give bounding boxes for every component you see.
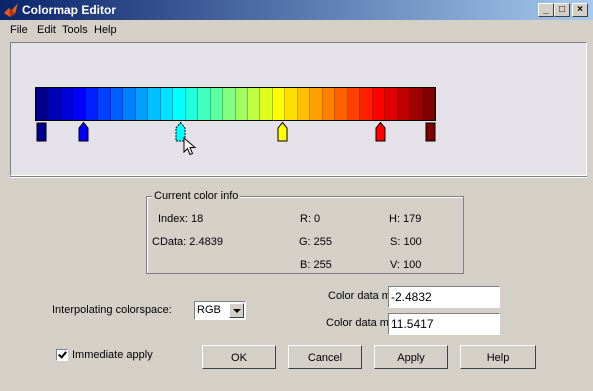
immediate-apply-checkbox[interactable]	[56, 349, 68, 361]
colormap-end-marker[interactable]	[36, 122, 47, 142]
color-data-min-input[interactable]	[388, 286, 500, 308]
red-value: R: 0	[300, 213, 321, 225]
matlab-logo-icon	[4, 3, 18, 17]
cancel-button[interactable]: Cancel	[288, 345, 362, 369]
colormap-marker[interactable]	[78, 122, 89, 142]
cdata-value: CData: 2.4839	[152, 236, 223, 248]
colormap-cell[interactable]	[272, 88, 286, 120]
minimize-icon: _	[543, 4, 549, 15]
colormap-cell[interactable]	[247, 88, 261, 120]
green-value: G: 255	[299, 236, 333, 248]
colormap-cell[interactable]	[198, 88, 211, 120]
colormap-cell[interactable]	[98, 88, 111, 120]
menu-tools[interactable]: Tools	[62, 24, 88, 36]
immediate-apply-label: Immediate apply	[72, 349, 153, 361]
mouse-cursor-icon	[183, 137, 197, 156]
window-title: Colormap Editor	[22, 3, 117, 17]
colormap-cell[interactable]	[123, 88, 136, 120]
help-button[interactable]: Help	[460, 345, 536, 369]
menu-edit[interactable]: Edit	[37, 24, 56, 36]
colormap-cell[interactable]	[260, 88, 273, 120]
menu-help[interactable]: Help	[94, 24, 117, 36]
maximize-icon: □	[558, 4, 566, 15]
close-icon: ×	[577, 4, 583, 15]
group-title: Current color info	[152, 190, 241, 202]
colormap-cell[interactable]	[160, 88, 174, 120]
colormap-end-marker[interactable]	[425, 122, 436, 142]
hue-value: H: 179	[389, 213, 422, 225]
value-value: V: 100	[390, 259, 422, 271]
colormap-cell[interactable]	[322, 88, 336, 120]
colormap-cell[interactable]	[385, 88, 398, 120]
colormap-cell[interactable]	[185, 88, 199, 120]
colormap-cell[interactable]	[85, 88, 99, 120]
blue-value: B: 255	[300, 259, 332, 271]
colormap-cell[interactable]	[372, 88, 386, 120]
colormap-cell[interactable]	[48, 88, 61, 120]
colormap-cell[interactable]	[210, 88, 224, 120]
ok-button[interactable]: OK	[202, 345, 276, 369]
apply-button[interactable]: Apply	[374, 345, 448, 369]
index-value: Index: 18	[158, 213, 204, 225]
colormap-cell[interactable]	[148, 88, 161, 120]
colormap-cell[interactable]	[60, 88, 74, 120]
colormap-cell[interactable]	[135, 88, 149, 120]
minimize-button[interactable]: _	[538, 3, 554, 17]
colormap-cell[interactable]	[410, 88, 423, 120]
colormap-cell[interactable]	[297, 88, 311, 120]
maximize-button[interactable]: □	[554, 3, 570, 17]
colorspace-dropdown[interactable]: RGB	[194, 301, 246, 320]
colormap-cell[interactable]	[347, 88, 361, 120]
colormap-cell[interactable]	[173, 88, 186, 120]
colormap-cell[interactable]	[310, 88, 323, 120]
saturation-value: S: 100	[390, 236, 422, 248]
close-button[interactable]: ×	[572, 3, 588, 17]
colormap-cell[interactable]	[335, 88, 348, 120]
colormap-cell[interactable]	[422, 88, 435, 120]
menu-file[interactable]: File	[10, 24, 28, 36]
colorspace-label: Interpolating colorspace:	[52, 304, 172, 316]
colormap-strip[interactable]	[35, 87, 436, 121]
colormap-cell[interactable]	[235, 88, 248, 120]
menu-bar: File Edit Tools Help	[0, 20, 593, 40]
colorspace-value: RGB	[197, 304, 221, 316]
colormap-marker[interactable]	[277, 122, 288, 142]
colormap-cell[interactable]	[360, 88, 373, 120]
colormap-cell[interactable]	[73, 88, 86, 120]
chevron-down-icon[interactable]	[229, 303, 244, 318]
colormap-cell[interactable]	[285, 88, 298, 120]
colormap-cell[interactable]	[397, 88, 411, 120]
title-bar: Colormap Editor _ □ ×	[0, 0, 593, 20]
colormap-cell[interactable]	[110, 88, 124, 120]
colormap-cell[interactable]	[36, 88, 49, 120]
colormap-marker[interactable]	[375, 122, 386, 142]
panel-divider	[10, 176, 587, 178]
colormap-cell[interactable]	[223, 88, 236, 120]
color-data-max-input[interactable]	[388, 313, 500, 335]
